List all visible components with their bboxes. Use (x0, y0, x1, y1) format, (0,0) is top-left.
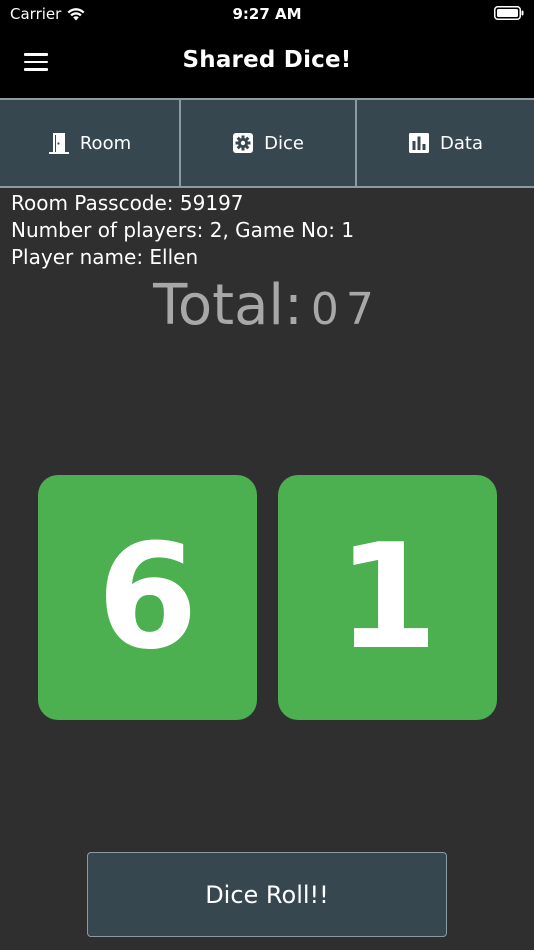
tab-room-label: Room (79, 132, 132, 154)
gear-icon (233, 133, 254, 153)
status-time: 9:27 AM (232, 5, 302, 23)
room-passcode: Room Passcode: 59197 (11, 191, 244, 215)
tab-bar: Room Dice Data (0, 98, 534, 188)
total-display: Total: 07 (0, 273, 534, 338)
tab-dice-label: Dice (264, 132, 304, 154)
room-info: Room Passcode: 59197 Number of players: … (11, 190, 354, 271)
player-name: Player name: Ellen (11, 245, 199, 269)
players-info: Number of players: 2, Game No: 1 (11, 218, 355, 242)
door-icon (48, 133, 69, 154)
tab-dice[interactable]: Dice (179, 100, 355, 186)
bar-chart-icon (409, 133, 429, 153)
battery-icon (494, 6, 524, 20)
page-title: Shared Dice! (182, 47, 352, 73)
die-1: 6 (38, 475, 257, 720)
tab-room[interactable]: Room (0, 100, 179, 186)
die-2: 1 (278, 475, 497, 720)
status-bar: Carrier 9:27 AM (0, 0, 534, 28)
nav-bar: Shared Dice! (0, 28, 534, 98)
tab-data[interactable]: Data (355, 100, 534, 186)
dice-roll-button[interactable]: Dice Roll!! (87, 852, 447, 937)
total-value: 07 (310, 284, 381, 335)
tab-data-label: Data (440, 132, 483, 154)
total-label: Total: (153, 273, 303, 338)
